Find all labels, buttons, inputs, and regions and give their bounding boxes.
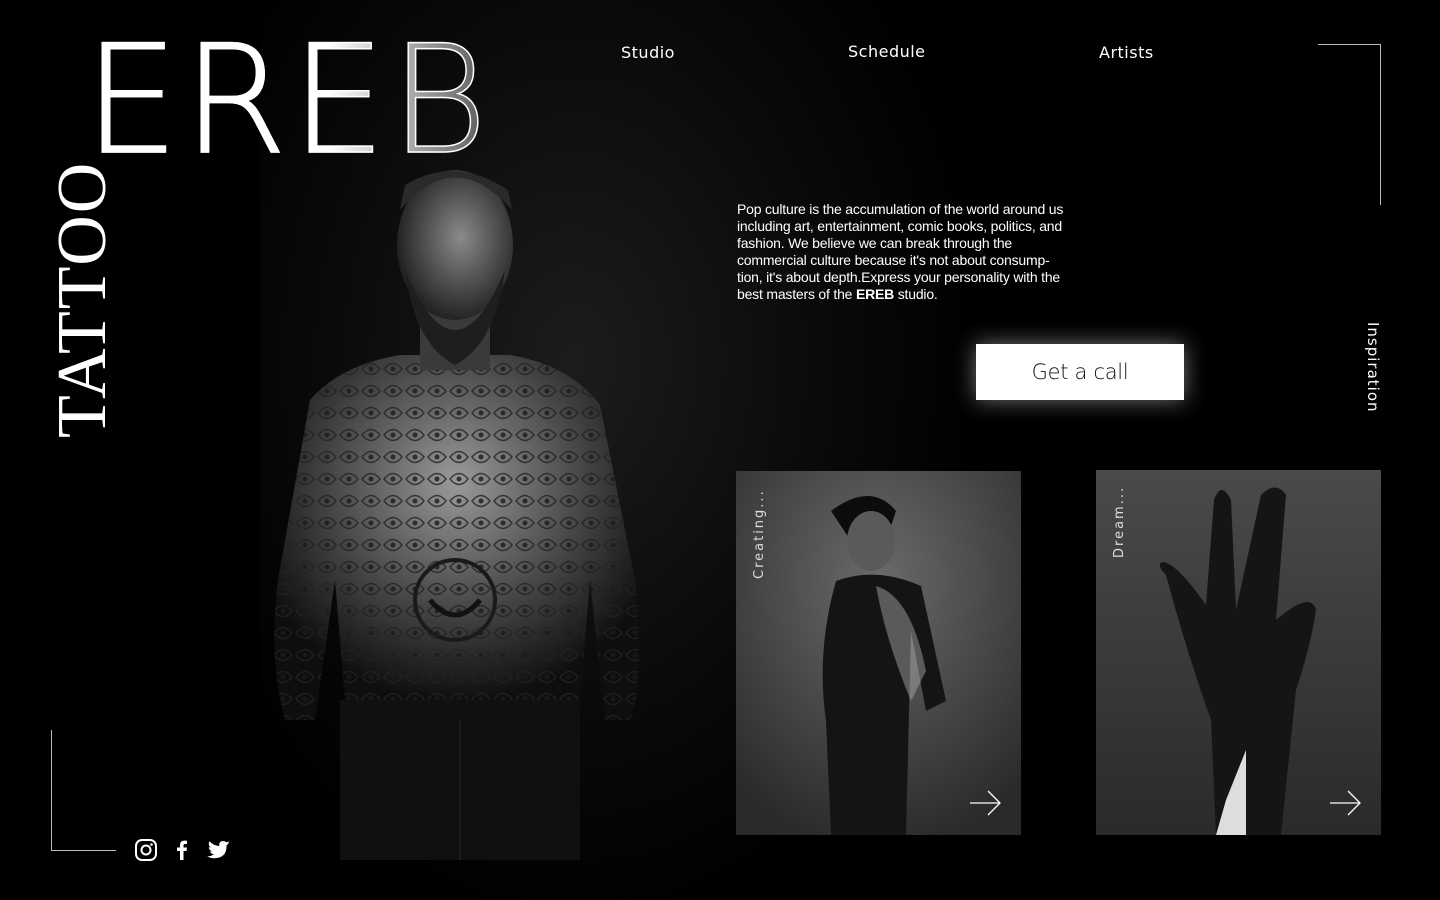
- get-a-call-button[interactable]: Get a call: [976, 344, 1184, 400]
- card-creating-image: [736, 471, 1021, 835]
- intro-paragraph: Pop culture is the accumulation of the w…: [737, 201, 1072, 303]
- logo-main: EREB: [83, 14, 492, 188]
- facebook-icon[interactable]: [170, 838, 194, 862]
- arrow-right-icon[interactable]: [1329, 789, 1363, 817]
- card-dream-label: Dream...: [1112, 485, 1127, 558]
- corner-frame-top-right: [1318, 44, 1381, 205]
- card-creating[interactable]: Creating...: [736, 471, 1021, 835]
- nav-item-studio[interactable]: Studio: [621, 43, 675, 62]
- corner-frame-bottom-left: [51, 730, 116, 851]
- card-creating-label: Creating...: [752, 489, 767, 579]
- arrow-right-icon[interactable]: [969, 789, 1003, 817]
- intro-brand-bold: EREB: [855, 286, 895, 302]
- inspiration-label[interactable]: Inspiration: [1364, 322, 1382, 413]
- nav-item-schedule[interactable]: Schedule: [848, 42, 926, 61]
- card-dream[interactable]: Dream...: [1096, 470, 1381, 835]
- card-dream-image: [1096, 470, 1381, 835]
- twitter-icon[interactable]: [206, 838, 232, 862]
- logo-vertical-tattoo: TATTOO: [44, 160, 121, 438]
- instagram-icon[interactable]: [134, 838, 158, 862]
- hero-tattooed-man-image: [274, 170, 639, 860]
- intro-text-after: studio.: [894, 286, 938, 302]
- nav-item-artists[interactable]: Artists: [1099, 43, 1154, 62]
